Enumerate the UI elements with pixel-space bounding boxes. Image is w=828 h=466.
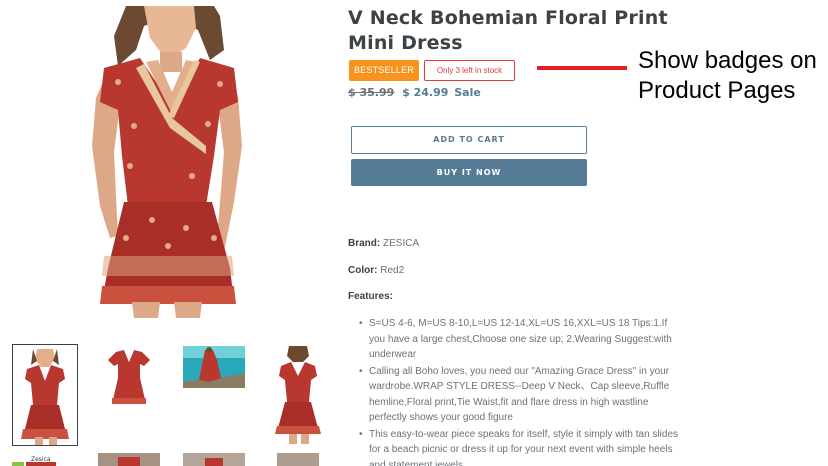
color-label: Color: <box>348 265 378 276</box>
thumb-brand-text: Zesica <box>31 456 51 463</box>
product-thumbnail-3[interactable] <box>183 346 245 388</box>
features-list: S=US 4-6, M=US 8-10,L=US 12-14,XL=US 16,… <box>348 316 678 466</box>
product-thumbnail-8[interactable] <box>267 453 329 466</box>
product-thumbnail-6[interactable] <box>98 453 160 466</box>
annotation-line1: Show badges on <box>638 47 817 74</box>
color-row: Color: Red2 <box>348 265 404 276</box>
annotation-arrow-line <box>537 66 627 70</box>
feature-item: S=US 4-6, M=US 8-10,L=US 12-14,XL=US 16,… <box>348 316 678 363</box>
sale-label: Sale <box>454 86 481 99</box>
product-thumbnail-2[interactable] <box>98 346 160 408</box>
buy-it-now-button[interactable]: BUY IT NOW <box>351 159 587 186</box>
product-title-line2: Mini Dress <box>348 32 463 54</box>
color-value: Red2 <box>380 265 405 276</box>
add-to-cart-button[interactable]: ADD TO CART <box>351 126 587 154</box>
brand-row: Brand: ZESICA <box>348 238 419 249</box>
product-thumbnail-1[interactable] <box>12 344 78 446</box>
bestseller-badge: BESTSELLER <box>349 60 419 81</box>
feature-item: Calling all Boho loves, you need our "Am… <box>348 364 678 426</box>
compare-at-price: $ 35.99 <box>348 86 395 99</box>
feature-item: This easy-to-wear piece speaks for itsel… <box>348 427 678 466</box>
annotation-text: Show badges on Product Pages <box>638 46 817 106</box>
price-row: $ 35.99 $ 24.99 Sale <box>348 85 481 101</box>
brand-label: Brand: <box>348 238 381 249</box>
sale-price: $ 24.99 <box>402 86 449 99</box>
annotation-line2: Product Pages <box>638 77 796 104</box>
product-thumbnail-5[interactable]: Zesica <box>12 453 74 466</box>
stock-badge: Only 3 left in stock <box>424 60 515 81</box>
features-heading: Features: <box>348 291 393 302</box>
product-thumbnail-7[interactable] <box>183 453 245 466</box>
features-label: Features: <box>348 291 394 302</box>
brand-value: ZESICA <box>383 238 420 249</box>
product-thumbnail-4[interactable] <box>267 346 329 444</box>
product-title-line1: V Neck Bohemian Floral Print <box>348 7 668 29</box>
product-title: V Neck Bohemian Floral Print Mini Dress <box>348 6 678 56</box>
product-main-image[interactable] <box>74 6 260 318</box>
